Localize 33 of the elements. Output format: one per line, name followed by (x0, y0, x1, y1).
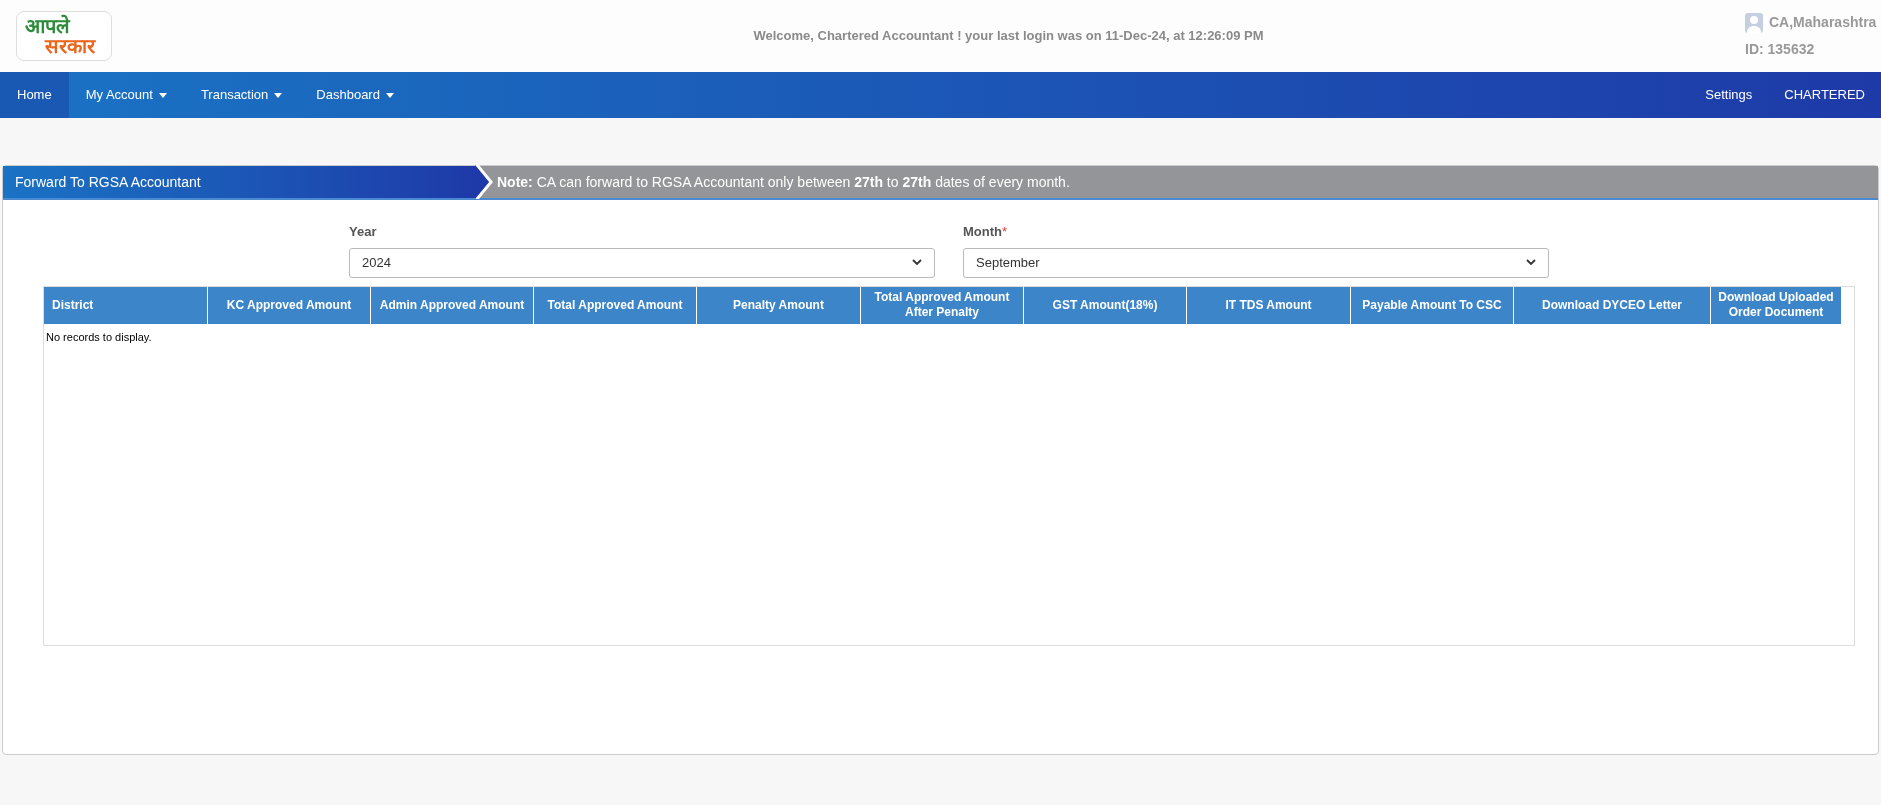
nav-item[interactable]: Dashboard (299, 72, 411, 118)
column-header: Total Approved Amount After Penalty (861, 286, 1024, 324)
user-avatar-icon (1745, 12, 1763, 33)
nav-item[interactable]: Transaction (183, 72, 300, 118)
nav-item[interactable]: Home (0, 72, 69, 118)
nav-item[interactable]: Settings (1689, 72, 1769, 118)
column-header: Penalty Amount (697, 286, 861, 324)
chevron-down-icon (1526, 259, 1536, 266)
note-text: Note: CA can forward to RGSA Accountant only between 27th to 27th dates of every month. (497, 172, 1070, 192)
nav-item[interactable]: My Account (68, 72, 184, 118)
user-name: CA,Maharashtra (1769, 13, 1877, 32)
column-header: District (44, 286, 208, 324)
chevron-down-icon (912, 259, 922, 266)
nav-item[interactable]: CHARTERED (1768, 72, 1881, 118)
logo-text: आपले (25, 16, 70, 36)
user-id: ID: 135632 (1745, 40, 1816, 59)
select-field[interactable]: 2024 (349, 247, 935, 278)
welcome-message: Welcome, Chartered Accountant ! your last login was on 11-Dec-24, at 12:26:09 PM (753, 27, 1264, 46)
logo-text: सरकार (45, 36, 95, 56)
panel-title: Forward To RGSA Accountant (15, 172, 201, 192)
column-header: Payable Amount To CSC (1351, 286, 1514, 324)
field-label: Year (349, 223, 377, 241)
field-label: Month (963, 223, 1002, 241)
column-header: IT TDS Amount (1187, 286, 1351, 324)
column-header: Total Approved Amount (534, 286, 697, 324)
column-header: Download Uploaded Order Document (1711, 286, 1842, 324)
column-header: KC Approved Amount (208, 286, 371, 324)
select-field[interactable]: September (963, 247, 1549, 278)
column-header: GST Amount(18%) (1024, 286, 1187, 324)
column-header: Admin Approved Amount (371, 286, 534, 324)
required-asterisk: * (1002, 223, 1008, 241)
column-header: Download DYCEO Letter (1514, 286, 1711, 324)
empty-message: No records to display. (45, 329, 152, 345)
